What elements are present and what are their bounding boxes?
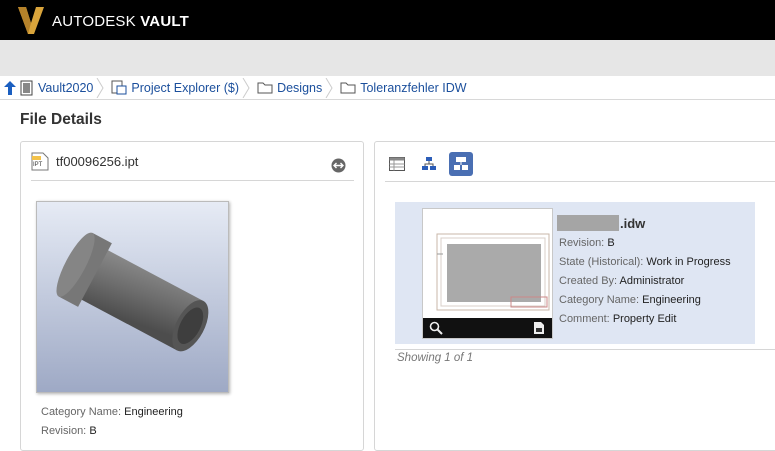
related-file-title[interactable]: .idw [557,215,645,231]
tab-tree-view[interactable] [417,152,441,176]
file-type-badge: IPT [33,162,43,168]
breadcrumb-item-vault[interactable]: Vault2020 [0,76,105,100]
related-file-thumbnail[interactable] [422,208,553,339]
related-property-state: State (Historical): Work in Progress [559,256,731,268]
brand-product: VAULT [140,13,189,30]
folder-icon [340,82,356,94]
related-property-created-by: Created By: Administrator [559,275,684,287]
grid-view-icon [389,157,405,171]
property-value: Engineering [124,406,183,418]
tab-card-view[interactable] [449,152,473,176]
property-value: B [607,237,615,249]
magnify-icon[interactable] [429,321,443,335]
document-icon[interactable] [533,321,545,335]
autodesk-logo-icon [18,7,44,34]
up-arrow-icon[interactable] [4,80,16,95]
breadcrumb-label[interactable]: Toleranzfehler IDW [360,81,466,95]
property-value: Work in Progress [646,256,731,268]
breadcrumb: Vault2020 Project Explorer ($) Designs T… [0,76,775,100]
toolbar [0,40,775,76]
tab-grid-view[interactable] [385,152,409,176]
view-tabs [385,152,481,178]
part-preview-image [37,202,228,392]
file-header: IPT tf00096256.ipt [31,152,354,181]
results-divider [395,349,775,350]
file-details-panel: IPT tf00096256.ipt Category Name: Engine… [20,141,364,451]
property-value: Engineering [642,294,701,306]
swap-icon[interactable] [331,158,346,173]
related-property-revision: Revision: B [559,237,615,249]
file-property-revision: Revision: B [41,425,97,437]
related-files-panel: .idw Revision: B State (Historical): Wor… [374,141,775,451]
related-file-card[interactable]: .idw Revision: B State (Historical): Wor… [395,202,755,344]
property-label: Revision: [41,425,87,437]
file-name: tf00096256.ipt [56,154,139,169]
thumbnail-toolbar [423,318,552,338]
card-view-icon [454,157,468,170]
breadcrumb-item-designs[interactable]: Designs [251,76,334,100]
breadcrumb-separator-icon [242,77,250,98]
property-value: Property Edit [612,313,677,325]
property-label: Category Name: [559,294,640,306]
drawing-preview-image [423,209,552,318]
results-count: Showing 1 of 1 [397,352,474,364]
folder-icon [257,82,273,94]
file-thumbnail[interactable] [36,201,229,393]
breadcrumb-label[interactable]: Project Explorer ($) [131,81,239,95]
property-value: B [89,425,97,437]
property-label: Category Name: [41,406,122,418]
property-label: Created By: [559,275,618,287]
property-value: Administrator [619,275,685,287]
breadcrumb-separator-icon [96,77,104,98]
property-label: Comment: [559,313,610,325]
breadcrumb-separator-icon [325,77,333,98]
breadcrumb-label[interactable]: Vault2020 [38,81,93,95]
breadcrumb-label[interactable]: Designs [277,81,322,95]
related-file-extension: .idw [620,215,646,231]
tree-view-icon [422,157,436,170]
property-label: State (Historical): [559,256,644,268]
app-brand: AUTODESK VAULT [52,13,189,30]
related-property-category: Category Name: Engineering [559,294,701,306]
project-explorer-icon [111,80,127,95]
file-property-category: Category Name: Engineering [41,406,183,418]
property-label: Revision: [559,237,605,249]
breadcrumb-item-toleranzfehler-idw[interactable]: Toleranzfehler IDW [334,76,478,100]
breadcrumb-item-project-explorer[interactable]: Project Explorer ($) [105,76,251,100]
redacted-filename [557,215,619,231]
panel-divider [385,181,775,182]
vault-icon [20,80,33,95]
ipt-file-icon: IPT [31,152,49,171]
brand-prefix: AUTODESK [52,13,136,30]
app-header: AUTODESK VAULT [0,0,775,40]
related-property-comment: Comment: Property Edit [559,313,676,325]
page-title: File Details [20,111,102,128]
